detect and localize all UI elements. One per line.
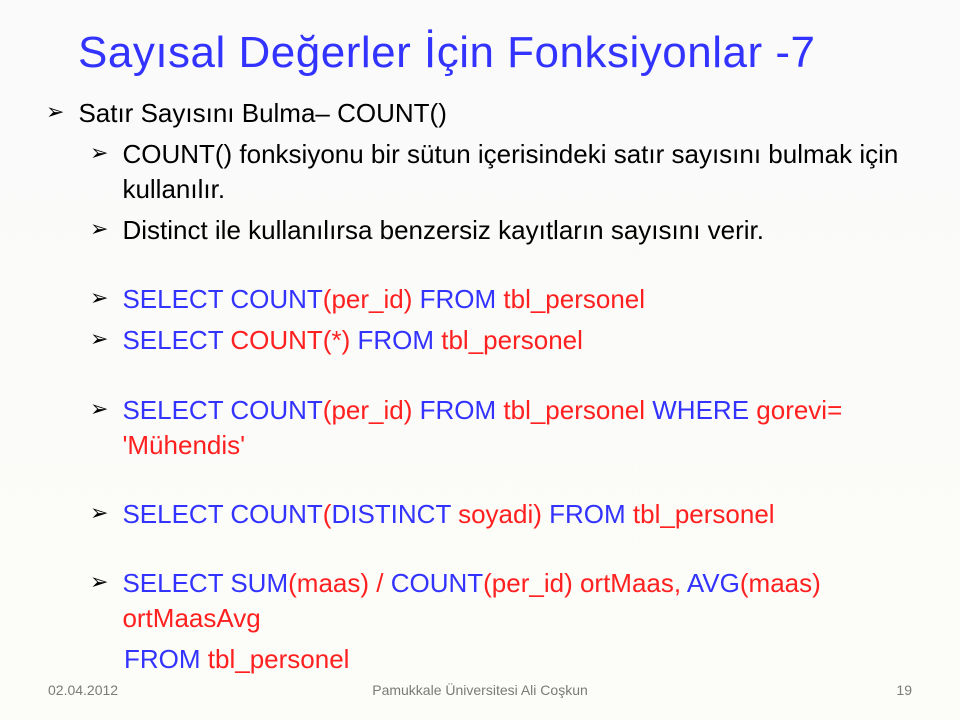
sql-text: SELECT COUNT(per_id) FROM tbl_personel [122,282,924,317]
sql-text: SELECT COUNT(DISTINCT soyadi) FROM tbl_p… [122,497,924,532]
footer-center: Pamukkale Üniversitesi Ali Coşkun [0,682,960,698]
sql-text: SELECT COUNT(*) FROM tbl_personel [122,323,924,358]
chevron-right-icon: ➢ [90,497,108,529]
chevron-right-icon: ➢ [46,96,64,128]
chevron-right-icon: ➢ [90,137,108,169]
slide-title: Sayısal Değerler İçin Fonksiyonlar -7 [78,28,924,78]
bullet-row-count-desc: ➢ COUNT() fonksiyonu bir sütun içerisind… [90,137,924,207]
chevron-right-icon: ➢ [90,323,108,355]
sql-text: FROM tbl_personel [124,642,924,677]
bullet-text: Distinct ile kullanılırsa benzersiz kayı… [122,213,924,248]
sql-line-1: ➢ SELECT COUNT(per_id) FROM tbl_personel [90,282,924,317]
sql-line-3: ➢ SELECT COUNT(per_id) FROM tbl_personel… [90,393,924,463]
bullet-text: Satır Sayısını Bulma– COUNT() [78,96,924,131]
sql-line-4: ➢ SELECT COUNT(DISTINCT soyadi) FROM tbl… [90,497,924,532]
sql-line-5-cont: FROM tbl_personel [124,642,924,677]
chevron-right-icon: ➢ [90,393,108,425]
bullet-row-count-heading: ➢ Satır Sayısını Bulma– COUNT() [46,96,924,131]
chevron-right-icon: ➢ [90,282,108,314]
sql-text: SELECT COUNT(per_id) FROM tbl_personel W… [122,393,924,463]
chevron-right-icon: ➢ [90,566,108,598]
bullet-text: COUNT() fonksiyonu bir sütun içerisindek… [122,137,924,207]
footer-page-number: 19 [896,682,912,698]
bullet-row-distinct-desc: ➢ Distinct ile kullanılırsa benzersiz ka… [90,213,924,248]
sql-line-2: ➢ SELECT COUNT(*) FROM tbl_personel [90,323,924,358]
slide: Sayısal Değerler İçin Fonksiyonlar -7 ➢ … [0,0,960,720]
chevron-right-icon: ➢ [90,213,108,245]
slide-body: ➢ Satır Sayısını Bulma– COUNT() ➢ COUNT(… [46,96,924,677]
sql-line-5: ➢ SELECT SUM(maas) / COUNT(per_id) ortMa… [90,566,924,636]
sql-text: SELECT SUM(maas) / COUNT(per_id) ortMaas… [122,566,924,636]
slide-footer: 02.04.2012 Pamukkale Üniversitesi Ali Co… [0,682,960,698]
